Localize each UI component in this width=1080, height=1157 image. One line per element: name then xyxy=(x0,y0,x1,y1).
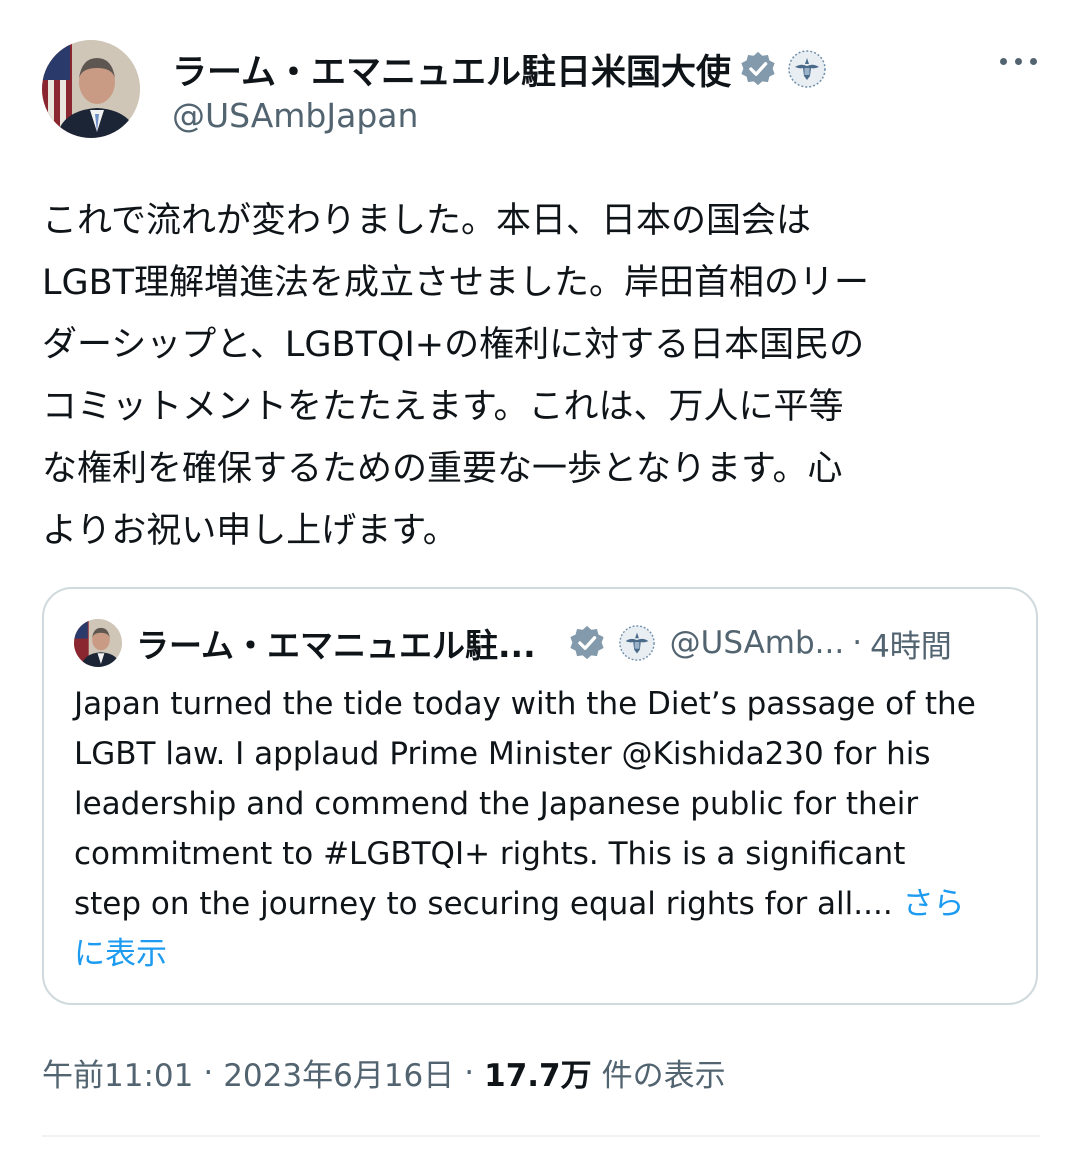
author-name-row: ラーム・エマニュエル駐日米国大使 xyxy=(172,42,827,96)
author-display-name[interactable]: ラーム・エマニュエル駐日米国大使 xyxy=(172,44,731,95)
tweet-text-line: な権利を確保するための重要な一歩となります。心 xyxy=(42,449,843,489)
tweet-time[interactable]: 午前11:01 xyxy=(42,1050,193,1095)
tweet-meta: 午前11:01 · 2023年6月16日 · 17.7万 件の表示 xyxy=(42,1050,726,1095)
tweet-text-line: LGBT理解増進法を成立させました。岸田首相のリー xyxy=(42,263,870,303)
tweet-text-line: ダーシップと、LGBTQI+の権利に対する日本国民の xyxy=(42,325,865,365)
quoted-text-line: leadership and commend the Japanese publ… xyxy=(74,786,919,822)
quoted-text-line: commitment to #LGBTQI+ rights. This is a… xyxy=(74,836,906,872)
author-handle[interactable]: @USAmbJapan xyxy=(172,96,418,135)
quoted-text-line: Japan turned the tide today with the Die… xyxy=(74,686,976,722)
quoted-text-line-5: step on the journey to securing equal ri… xyxy=(74,886,903,922)
quoted-author-name: ラーム・エマニュエル駐... xyxy=(136,626,536,665)
quoted-author-handle: @USAmb... xyxy=(669,625,845,661)
more-options-icon[interactable] xyxy=(998,46,1040,76)
views-label: 件の表示 xyxy=(601,1058,726,1094)
tweet-text-line: これで流れが変わりました。本日、日本の国会は xyxy=(42,201,811,241)
author-avatar[interactable] xyxy=(42,40,140,138)
tweet-text: これで流れが変わりました。本日、日本の国会は LGBT理解増進法を成立させました… xyxy=(42,190,1032,562)
us-state-seal-icon xyxy=(788,50,826,88)
tweet-text-line: よりお祝い申し上げます。 xyxy=(42,511,458,551)
quoted-text-line: step on the journey to securing equal ri… xyxy=(74,879,1024,929)
us-state-seal-icon xyxy=(618,625,655,661)
tweet-date[interactable]: 2023年6月16日 xyxy=(223,1050,454,1095)
divider xyxy=(42,1135,1040,1137)
tweet-header: ラーム・エマニュエル駐日米国大使 @USAmbJapan xyxy=(42,40,1042,140)
quoted-author-avatar xyxy=(74,619,122,667)
separator-dot: · xyxy=(852,625,863,661)
quoted-text-line: LGBT law. I applaud Prime Minister @Kish… xyxy=(74,736,931,772)
separator-dot: · xyxy=(203,1054,214,1091)
views-count: 17.7万 xyxy=(484,1058,592,1094)
show-more-link-cont[interactable]: に表示 xyxy=(74,936,167,972)
verified-badge-icon[interactable] xyxy=(739,50,777,88)
quoted-tweet-card[interactable]: ラーム・エマニュエル駐... @USAmb... · 4時間 Japan tur… xyxy=(42,587,1038,1005)
separator-dot: · xyxy=(464,1054,475,1091)
quoted-tweet-text: Japan turned the tide today with the Die… xyxy=(74,679,1024,979)
quoted-text-line: に表示 xyxy=(74,929,1024,979)
tweet-text-line: コミットメントをたたえます。これは、万人に平等 xyxy=(42,387,844,427)
quoted-tweet-header: ラーム・エマニュエル駐... @USAmb... · 4時間 xyxy=(74,617,1014,669)
show-more-link[interactable]: さら xyxy=(903,886,965,922)
verified-badge-icon xyxy=(570,625,604,660)
quoted-tweet-time[interactable]: 4時間 xyxy=(870,621,952,666)
